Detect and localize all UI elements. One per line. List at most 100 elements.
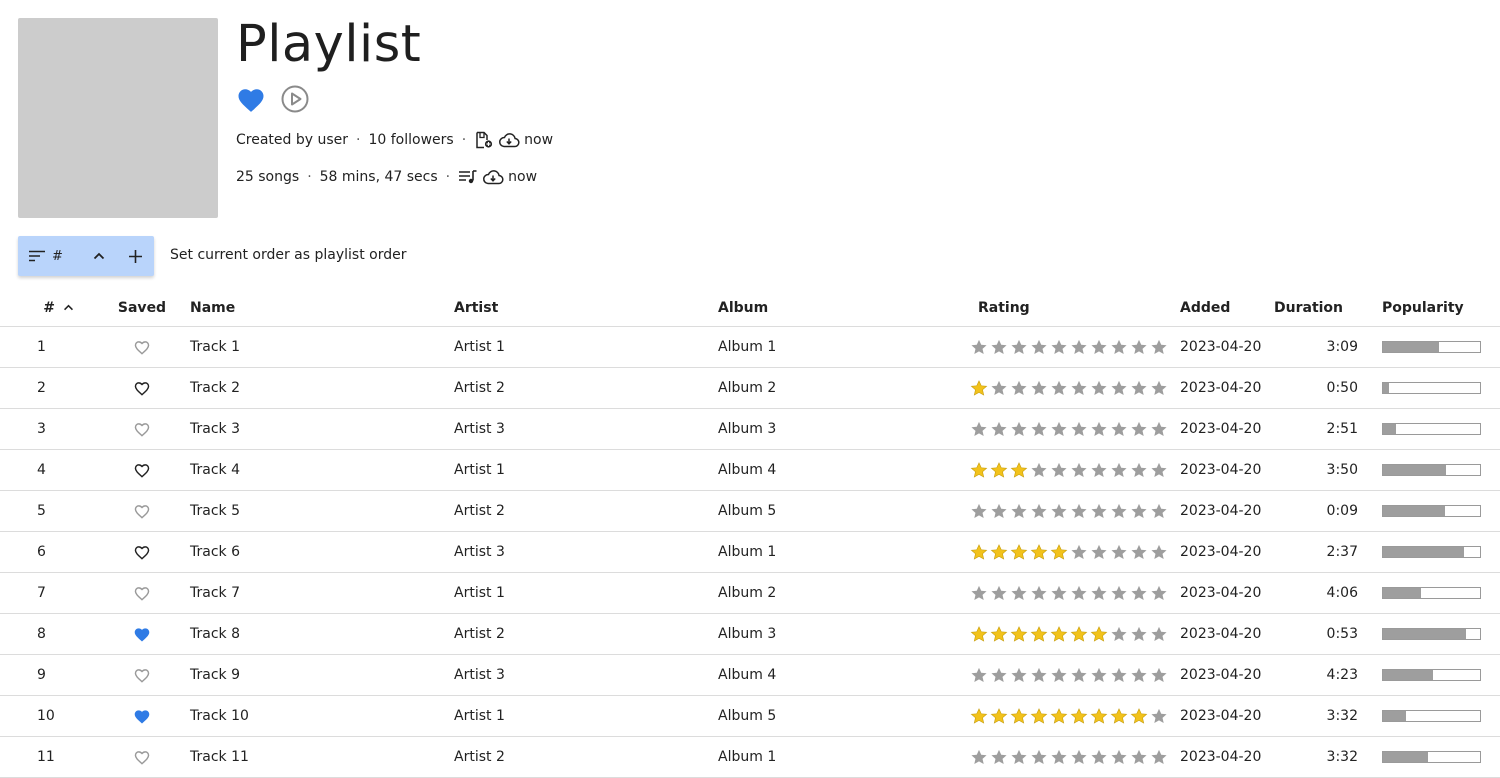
star-icon[interactable] [1150, 380, 1168, 396]
star-icon[interactable] [1070, 421, 1088, 437]
star-icon[interactable] [1150, 626, 1168, 642]
star-icon[interactable] [1090, 421, 1108, 437]
star-icon[interactable] [1070, 380, 1088, 396]
star-icon[interactable] [990, 380, 1008, 396]
track-album[interactable]: Album 1 [714, 531, 966, 573]
star-icon[interactable] [1090, 462, 1108, 478]
star-icon[interactable] [1090, 544, 1108, 560]
track-album[interactable]: Album 1 [714, 736, 966, 778]
column-header-artist[interactable]: Artist [450, 289, 714, 327]
star-icon[interactable] [1070, 749, 1088, 765]
star-icon[interactable] [1090, 749, 1108, 765]
star-icon[interactable] [1010, 626, 1028, 642]
star-icon[interactable] [1130, 339, 1148, 355]
track-artist[interactable]: Artist 2 [450, 367, 714, 409]
table-row[interactable]: 11 Track 11 Artist 2 Album 1 2023-04-20 3:32 [0, 736, 1500, 778]
star-icon[interactable] [1070, 462, 1088, 478]
star-icon[interactable] [1130, 626, 1148, 642]
star-icon[interactable] [1010, 544, 1028, 560]
star-icon[interactable] [1030, 380, 1048, 396]
star-icon[interactable] [970, 380, 988, 396]
track-rating[interactable] [966, 490, 1176, 532]
star-icon[interactable] [990, 626, 1008, 642]
star-icon[interactable] [1150, 462, 1168, 478]
track-rating[interactable] [966, 695, 1176, 737]
track-album[interactable]: Album 2 [714, 367, 966, 409]
star-icon[interactable] [1110, 462, 1128, 478]
star-icon[interactable] [1130, 667, 1148, 683]
table-row[interactable]: 8 Track 8 Artist 2 Album 3 2023-04-20 0:53 [0, 613, 1500, 655]
star-icon[interactable] [1150, 708, 1168, 724]
track-album[interactable]: Album 5 [714, 490, 966, 532]
star-icon[interactable] [1010, 585, 1028, 601]
star-icon[interactable] [990, 339, 1008, 355]
star-icon[interactable] [990, 708, 1008, 724]
star-icon[interactable] [1150, 503, 1168, 519]
track-artist[interactable]: Artist 3 [450, 654, 714, 696]
star-icon[interactable] [1090, 667, 1108, 683]
table-row[interactable]: 7 Track 7 Artist 1 Album 2 2023-04-20 4:06 [0, 572, 1500, 614]
play-icon[interactable] [280, 84, 310, 114]
star-icon[interactable] [1150, 544, 1168, 560]
column-header-album[interactable]: Album [714, 289, 966, 327]
star-icon[interactable] [1030, 585, 1048, 601]
star-icon[interactable] [1070, 626, 1088, 642]
sort-field-button[interactable]: # [18, 236, 80, 276]
sort-direction-button[interactable] [80, 236, 117, 276]
star-icon[interactable] [1030, 544, 1048, 560]
saved-toggle[interactable] [98, 367, 186, 409]
star-icon[interactable] [1010, 421, 1028, 437]
star-icon[interactable] [1050, 749, 1068, 765]
heart-icon[interactable] [133, 462, 151, 478]
heart-icon[interactable] [133, 380, 151, 396]
star-icon[interactable] [1150, 339, 1168, 355]
star-icon[interactable] [1130, 503, 1148, 519]
star-icon[interactable] [990, 749, 1008, 765]
track-artist[interactable]: Artist 2 [450, 613, 714, 655]
star-icon[interactable] [1070, 503, 1088, 519]
star-icon[interactable] [1050, 339, 1068, 355]
track-rating[interactable] [966, 408, 1176, 450]
saved-toggle[interactable] [98, 490, 186, 532]
column-header-saved[interactable]: Saved [98, 289, 186, 327]
star-icon[interactable] [990, 544, 1008, 560]
heart-icon[interactable] [133, 544, 151, 560]
star-icon[interactable] [1130, 462, 1148, 478]
table-row[interactable]: 3 Track 3 Artist 3 Album 3 2023-04-20 2:51 [0, 408, 1500, 450]
star-icon[interactable] [1030, 708, 1048, 724]
track-rating[interactable] [966, 531, 1176, 573]
star-icon[interactable] [1110, 421, 1128, 437]
star-icon[interactable] [1130, 708, 1148, 724]
star-icon[interactable] [970, 626, 988, 642]
table-row[interactable]: 1 Track 1 Artist 1 Album 1 2023-04-20 3:09 [0, 326, 1500, 368]
track-artist[interactable]: Artist 1 [450, 695, 714, 737]
heart-icon[interactable] [236, 85, 266, 113]
star-icon[interactable] [1010, 708, 1028, 724]
star-icon[interactable] [1030, 421, 1048, 437]
star-icon[interactable] [1050, 544, 1068, 560]
saved-toggle[interactable] [98, 408, 186, 450]
star-icon[interactable] [970, 339, 988, 355]
track-artist[interactable]: Artist 3 [450, 531, 714, 573]
star-icon[interactable] [990, 667, 1008, 683]
star-icon[interactable] [1130, 749, 1148, 765]
star-icon[interactable] [990, 462, 1008, 478]
heart-icon[interactable] [133, 708, 151, 724]
star-icon[interactable] [1010, 380, 1028, 396]
track-album[interactable]: Album 3 [714, 408, 966, 450]
star-icon[interactable] [970, 462, 988, 478]
star-icon[interactable] [1150, 749, 1168, 765]
star-icon[interactable] [1050, 585, 1068, 601]
track-album[interactable]: Album 4 [714, 449, 966, 491]
add-sort-button[interactable] [117, 236, 154, 276]
column-header-num[interactable]: # [0, 289, 98, 327]
track-artist[interactable]: Artist 2 [450, 736, 714, 778]
star-icon[interactable] [970, 708, 988, 724]
track-album[interactable]: Album 1 [714, 326, 966, 368]
saved-toggle[interactable] [98, 654, 186, 696]
star-icon[interactable] [1050, 503, 1068, 519]
heart-icon[interactable] [133, 421, 151, 437]
track-rating[interactable] [966, 572, 1176, 614]
star-icon[interactable] [1110, 626, 1128, 642]
track-rating[interactable] [966, 736, 1176, 778]
